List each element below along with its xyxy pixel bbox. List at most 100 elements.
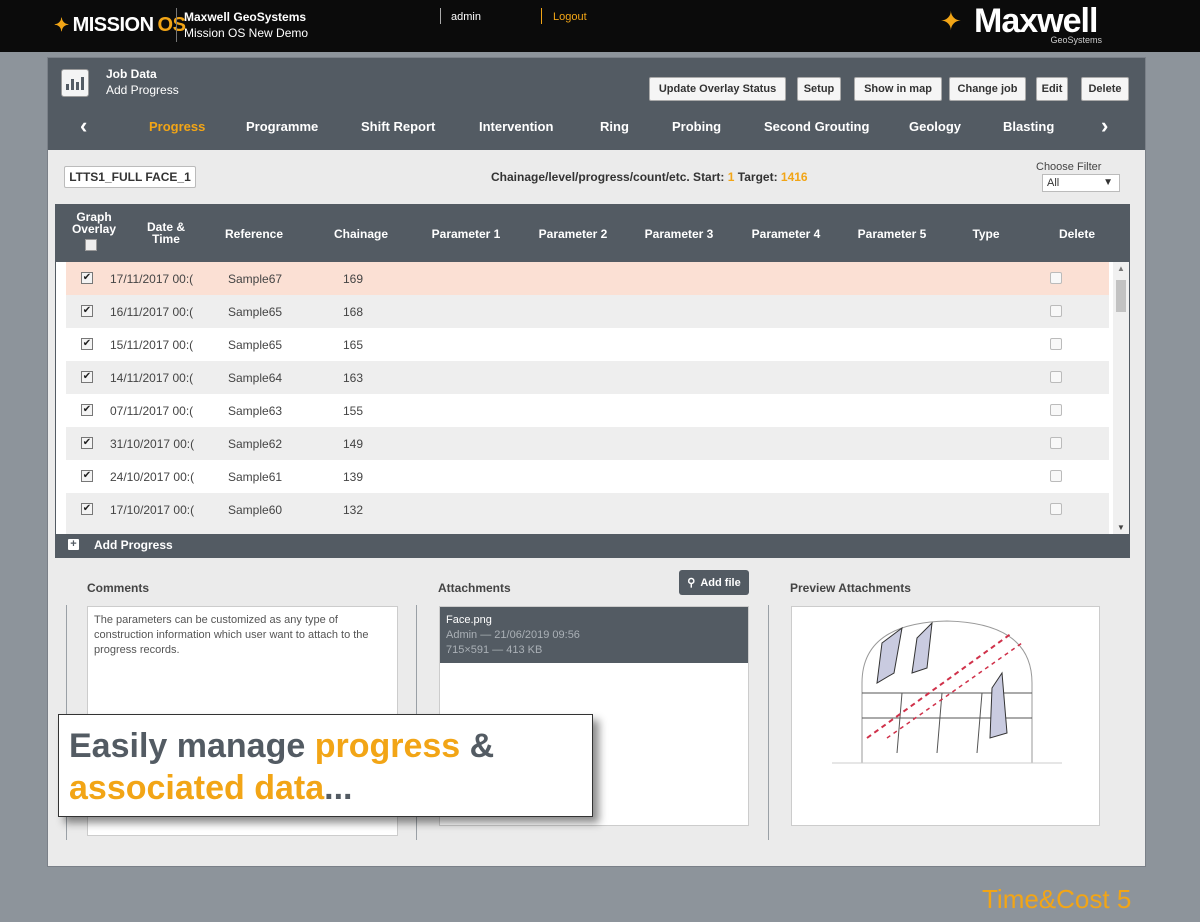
row-reference: Sample67: [228, 272, 283, 286]
col-type: Type: [972, 227, 1000, 241]
tab-shift-report[interactable]: Shift Report: [361, 119, 435, 134]
job-filter-tag[interactable]: LTTS1_FULL FACE_1: [64, 166, 196, 188]
tab-blasting[interactable]: Blasting: [1003, 119, 1054, 134]
delete-checkbox[interactable]: [1050, 305, 1062, 317]
col-parameter-4: Parameter 4: [751, 227, 821, 241]
plus-icon[interactable]: +: [68, 539, 79, 550]
update-overlay-status-button[interactable]: Update Overlay Status: [649, 77, 786, 101]
page-title: Job Data: [106, 67, 157, 81]
delete-button[interactable]: Delete: [1081, 77, 1129, 101]
delete-checkbox[interactable]: [1050, 503, 1062, 515]
col-graph-overlay: Graph Overlay: [71, 210, 117, 236]
chevron-down-icon: ▼: [1103, 177, 1113, 188]
table-row[interactable]: ✔ 31/10/2017 00:( Sample62 149: [66, 427, 1109, 460]
overlay-checkbox[interactable]: ✔: [81, 404, 93, 416]
choose-filter-select[interactable]: All ▼: [1042, 174, 1120, 192]
attachment-meta: Admin — 21/06/2019 09:56: [446, 629, 580, 641]
attachment-name: Face.png: [446, 614, 492, 626]
tab-bar: ‹ Progress Programme Shift Report Interv…: [48, 112, 1145, 144]
scroll-up-icon[interactable]: ▲: [1117, 264, 1125, 273]
overlay-checkbox[interactable]: ✔: [81, 272, 93, 284]
table-row[interactable]: ✔ 07/11/2017 00:( Sample63 155: [66, 394, 1109, 427]
table-scrollbar[interactable]: ▲ ▼: [1113, 262, 1129, 534]
choose-filter-label: Choose Filter: [1036, 161, 1102, 173]
attachments-title: Attachments: [438, 581, 511, 595]
page-subtitle: Add Progress: [106, 83, 179, 97]
row-date: 17/10/2017 00:(: [110, 503, 195, 517]
progress-table: Graph Overlay Date & Time Reference Chai…: [55, 204, 1130, 558]
add-progress-button[interactable]: Add Progress: [94, 538, 173, 552]
delete-checkbox[interactable]: [1050, 338, 1062, 350]
overlay-checkbox[interactable]: ✔: [81, 305, 93, 317]
tab-probing[interactable]: Probing: [672, 119, 721, 134]
callout-text: ...: [324, 769, 353, 807]
row-date: 16/11/2017 00:(: [110, 305, 194, 319]
overlay-checkbox[interactable]: ✔: [81, 503, 93, 515]
job-header: Job Data Add Progress Update Overlay Sta…: [48, 58, 1145, 150]
row-chainage: 139: [343, 470, 364, 484]
top-bar: ✦ MISSION OS Maxwell GeoSystems Mission O…: [0, 0, 1200, 52]
footer-brand: Time&Cost 5: [982, 884, 1132, 914]
col-chainage: Chainage: [333, 227, 388, 241]
table-row[interactable]: ✔ 17/10/2017 00:( Sample60 132: [66, 493, 1109, 534]
chevron-right-icon[interactable]: ›: [1101, 113, 1108, 139]
table-row[interactable]: ✔ 17/11/2017 00:( Sample67 169: [66, 262, 1109, 295]
tab-progress[interactable]: Progress: [149, 119, 205, 134]
row-date: 14/11/2017 00:(: [110, 371, 194, 385]
divider: [176, 8, 177, 42]
divider: [541, 8, 542, 24]
row-chainage: 165: [343, 338, 364, 352]
tab-ring[interactable]: Ring: [600, 119, 629, 134]
show-in-map-button[interactable]: Show in map: [854, 77, 942, 101]
delete-checkbox[interactable]: [1050, 437, 1062, 449]
table-row[interactable]: ✔ 24/10/2017 00:( Sample61 139: [66, 460, 1109, 493]
add-file-button[interactable]: ⚲ Add file: [679, 570, 749, 595]
marketing-callout: Easily manage progress & associated data…: [58, 714, 593, 817]
overlay-checkbox[interactable]: ✔: [81, 470, 93, 482]
table-row[interactable]: ✔ 16/11/2017 00:( Sample65 168: [66, 295, 1109, 328]
logout-link[interactable]: Logout: [553, 11, 587, 23]
attachment-item[interactable]: Face.png Admin — 21/06/2019 09:56 715×59…: [440, 607, 748, 663]
face-sketch-image: [832, 620, 1062, 764]
tab-second-grouting[interactable]: Second Grouting: [764, 119, 869, 134]
col-reference: Reference: [224, 227, 284, 241]
setup-button[interactable]: Setup: [797, 77, 841, 101]
delete-checkbox[interactable]: [1050, 470, 1062, 482]
row-date: 07/11/2017 00:(: [110, 404, 194, 418]
row-reference: Sample61: [228, 470, 283, 484]
callout-highlight: associated data: [69, 769, 325, 807]
row-date: 17/11/2017 00:(: [110, 272, 194, 286]
chainage-start: 1: [727, 170, 735, 184]
brand-sub: GeoSystems: [1050, 35, 1102, 45]
row-chainage: 163: [343, 371, 364, 385]
overlay-checkbox[interactable]: ✔: [81, 338, 93, 350]
chevron-left-icon[interactable]: ‹: [80, 113, 87, 139]
scroll-down-icon[interactable]: ▼: [1117, 523, 1125, 532]
change-job-button[interactable]: Change job: [949, 77, 1026, 101]
row-date: 24/10/2017 00:(: [110, 470, 195, 484]
table-row[interactable]: ✔ 15/11/2017 00:( Sample65 165: [66, 328, 1109, 361]
company-name: Maxwell GeoSystems: [184, 10, 307, 24]
callout-text: &: [460, 727, 495, 765]
tab-programme[interactable]: Programme: [246, 119, 318, 134]
target-label: Target:: [737, 170, 778, 184]
overlay-checkbox[interactable]: ✔: [81, 371, 93, 383]
row-chainage: 169: [343, 272, 364, 286]
row-reference: Sample65: [228, 338, 283, 352]
scroll-thumb[interactable]: [1116, 280, 1126, 312]
table-row[interactable]: ✔ 14/11/2017 00:( Sample64 163: [66, 361, 1109, 394]
delete-checkbox[interactable]: [1050, 272, 1062, 284]
chainage-target: 1416: [780, 170, 808, 184]
tab-intervention[interactable]: Intervention: [479, 119, 553, 134]
overlay-checkbox[interactable]: ✔: [81, 437, 93, 449]
delete-checkbox[interactable]: [1050, 371, 1062, 383]
preview-title: Preview Attachments: [790, 581, 911, 595]
row-reference: Sample64: [228, 371, 283, 385]
row-date: 15/11/2017 00:(: [110, 338, 194, 352]
logo-text-os: OS: [157, 14, 186, 36]
delete-checkbox[interactable]: [1050, 404, 1062, 416]
tab-geology[interactable]: Geology: [909, 119, 961, 134]
divider: [768, 605, 769, 840]
select-all-checkbox[interactable]: [85, 239, 97, 251]
edit-button[interactable]: Edit: [1036, 77, 1068, 101]
